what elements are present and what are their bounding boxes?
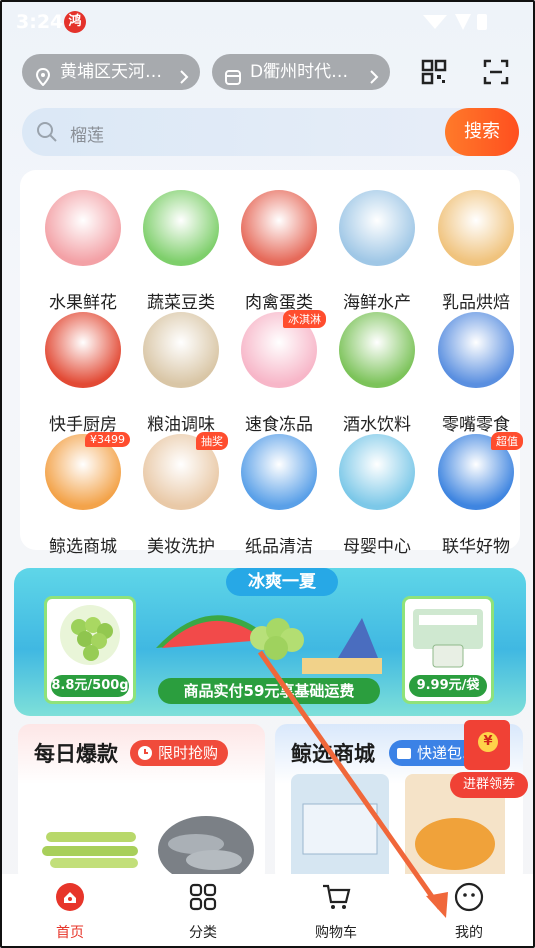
location-pin-icon	[34, 63, 52, 90]
category-item[interactable]: 冰淇淋速食冻品	[230, 310, 328, 435]
flash-sale-label: 限时抢购	[158, 744, 219, 762]
category-label: 乳品烘焙	[442, 293, 510, 313]
clock-icon	[136, 744, 154, 770]
join-group-coupon[interactable]: ¥ 进群领券	[450, 720, 528, 800]
search-icon	[36, 121, 58, 147]
category-item[interactable]: 乳品烘焙	[427, 190, 525, 313]
category-item[interactable]: 零嘴零食	[427, 312, 525, 435]
category-label: 水果鲜花	[49, 293, 117, 313]
banner-product-grapes[interactable]: 8.8元/500g	[44, 596, 136, 704]
tab-home-label: 首页	[56, 925, 84, 941]
watermelon-icon	[45, 190, 121, 266]
status-bar: 3:24 鸿	[2, 2, 533, 42]
scan-icon[interactable]	[482, 58, 510, 86]
category-label: 纸品清洁	[245, 537, 313, 557]
category-item[interactable]: 海鲜水产	[328, 190, 426, 313]
shopping-cart-icon	[321, 882, 351, 912]
category-label: 蔬菜豆类	[147, 293, 215, 313]
banner-ribbon: 冰爽一夏	[226, 568, 338, 596]
tab-profile-label: 我的	[455, 925, 483, 941]
frozen-food-icon	[413, 609, 483, 668]
tab-home[interactable]: 首页	[20, 874, 120, 946]
category-tag: 超值	[491, 432, 523, 450]
bottom-tab-bar: 首页 分类 购物车 我的	[2, 874, 533, 946]
crayfish-icon	[45, 312, 121, 388]
category-item[interactable]: 肉禽蛋类	[230, 190, 328, 313]
district-label: 黄埔区天河…	[60, 62, 162, 82]
signal-battery-icons	[421, 12, 493, 36]
store-label: D衢州时代…	[250, 62, 349, 82]
product-thumbnails	[42, 816, 254, 884]
banner-slogan: 商品实付59元享基础运费	[158, 678, 380, 704]
yen-coin-icon: ¥	[478, 732, 498, 752]
vegetable-icon	[143, 190, 219, 266]
search-button[interactable]: 搜索	[445, 108, 519, 156]
tissue-box-icon	[291, 774, 389, 884]
home-icon	[55, 882, 85, 912]
summer-promo-banner[interactable]: 冰爽一夏 8.8元/500g 商品实付59元享基础运费 9.99元/袋	[14, 568, 526, 716]
package-icon	[395, 744, 413, 770]
category-item[interactable]: 母婴中心	[328, 434, 426, 557]
tab-profile[interactable]: 我的	[419, 874, 519, 946]
chevron-right-icon	[178, 63, 190, 90]
category-item[interactable]: 抽奖美妆洗护	[132, 432, 230, 557]
fish-icon	[339, 190, 415, 266]
smiley-profile-icon	[454, 882, 484, 912]
category-item[interactable]: ¥3499 鲸选商城	[34, 432, 132, 557]
category-item[interactable]: 水果鲜花	[34, 190, 132, 313]
store-icon	[224, 63, 242, 90]
category-tag: 冰淇淋	[283, 310, 326, 328]
snack-icon	[438, 312, 514, 388]
tissue-icon	[241, 434, 317, 510]
category-label: 美妆洗护	[147, 537, 215, 557]
banner-price-right: 9.99元/袋	[409, 675, 487, 697]
daily-deals-title: 每日爆款	[34, 742, 118, 766]
qr-code-icon[interactable]	[420, 58, 448, 86]
category-tag: 抽奖	[196, 432, 228, 450]
status-time: 3:24	[16, 11, 64, 33]
watermelon-illustration-icon	[156, 615, 382, 674]
grid-icon	[188, 882, 218, 912]
category-label: 海鲜水产	[343, 293, 411, 313]
category-label: 酒水饮料	[343, 415, 411, 435]
store-selector[interactable]: D衢州时代…	[212, 54, 390, 90]
daily-deals-panel[interactable]: 每日爆款 限时抢购	[18, 724, 265, 884]
tab-cart-label: 购物车	[315, 925, 357, 941]
grapes-icon	[60, 605, 120, 665]
jingxuan-mall-title: 鲸选商城	[291, 742, 375, 766]
category-label: 速食冻品	[245, 415, 313, 435]
category-label: 母婴中心	[343, 537, 411, 557]
category-item[interactable]: 酒水饮料	[328, 312, 426, 435]
category-label: 鲸选商城	[49, 537, 117, 557]
coupon-label: 进群领券	[450, 772, 528, 798]
formula-icon	[339, 434, 415, 510]
tab-category-label: 分类	[189, 925, 217, 941]
milk-icon	[438, 190, 514, 266]
category-grid: 水果鲜花 蔬菜豆类 肉禽蛋类 海鲜水产 乳品烘焙 快手厨房 粮油调味 冰淇淋 速食冻品 酒水饮料零…	[20, 170, 523, 557]
location-row: 黄埔区天河… D衢州时代…	[22, 54, 522, 90]
bottle-icon	[339, 312, 415, 388]
category-label: 联华好物	[442, 537, 510, 557]
district-selector[interactable]: 黄埔区天河…	[22, 54, 200, 90]
banner-price-left: 8.8元/500g	[51, 675, 129, 697]
category-item[interactable]: 粮油调味	[132, 312, 230, 435]
category-tag: ¥3499	[85, 432, 130, 447]
tab-cart[interactable]: 购物车	[286, 874, 386, 946]
chevron-right-icon	[368, 63, 380, 90]
rice-bag-icon	[143, 312, 219, 388]
banner-product-frozen[interactable]: 9.99元/袋	[402, 596, 494, 704]
tab-category[interactable]: 分类	[153, 874, 253, 946]
search-bar[interactable]: 榴莲 搜索	[22, 108, 519, 156]
category-item[interactable]: 蔬菜豆类	[132, 190, 230, 313]
app-notification-icon: 鸿	[64, 11, 86, 33]
flash-sale-badge[interactable]: 限时抢购	[130, 740, 229, 766]
celtuce-icon	[42, 832, 138, 868]
category-item[interactable]: 快手厨房	[34, 312, 132, 435]
search-input[interactable]: 榴莲	[70, 121, 104, 146]
category-item[interactable]: 纸品清洁	[230, 434, 328, 557]
category-item[interactable]: 超值联华好物	[427, 432, 525, 557]
meat-icon	[241, 190, 317, 266]
app-screen: 3:24 鸿 黄埔区天河… D衢州时代… 榴莲 搜索 水果鲜花 蔬菜豆类 肉禽蛋…	[0, 0, 535, 948]
